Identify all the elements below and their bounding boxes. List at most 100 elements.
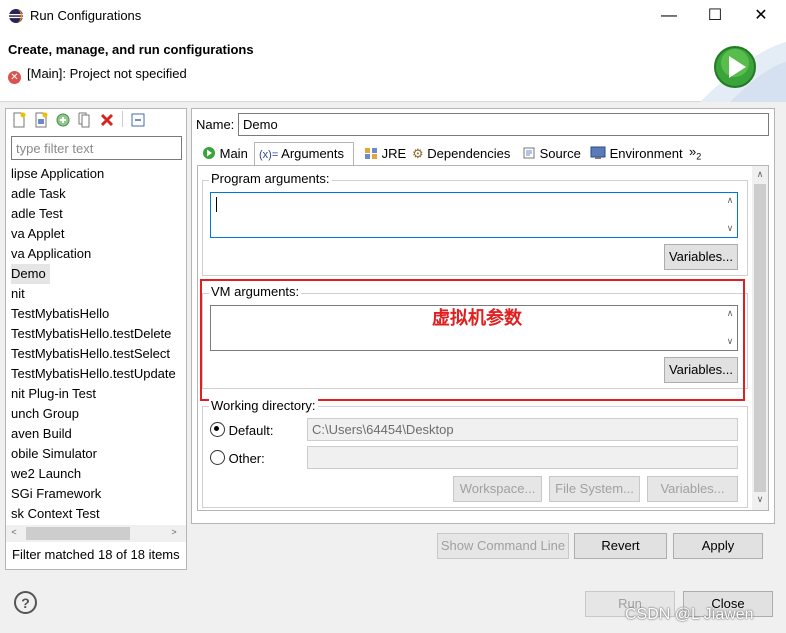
config-tree-item[interactable]: nit [11,284,185,304]
watermark: CSDN @L Jiawen [625,606,754,623]
vertical-scroll-thumb[interactable] [754,184,766,492]
workspace-button[interactable]: Workspace... [453,476,542,502]
vertical-scrollbar[interactable]: ∧ ∨ [752,166,768,510]
config-tree-item[interactable]: unch Group [11,404,185,424]
config-tree: lipse Application adle Task adle Test va Ap… [11,164,185,524]
scroll-thumb[interactable] [26,527,130,540]
other-radio[interactable]: Other: [210,450,265,466]
tab-arguments[interactable]: (x)= Arguments [254,142,354,166]
revert-button[interactable]: Revert [574,533,667,559]
program-arguments-textarea[interactable]: ∧ ∨ [210,192,738,238]
config-tree-item[interactable]: TestMybatisHello.testUpdate [11,364,185,384]
config-tree-item-label: TestMybatisHello.testUpdate [11,366,176,381]
directory-variables-button[interactable]: Variables... [647,476,738,502]
scroll-up-arrow[interactable]: ∧ [752,169,768,180]
config-tree-item-label: nit Plug-in Test [11,386,97,401]
apply-button[interactable]: Apply [673,533,763,559]
delete-config-icon[interactable] [98,111,116,129]
config-tree-item-label: obile Simulator [11,446,97,461]
config-tree-item-label: SGi Framework [11,486,102,501]
config-tree-item-label: Demo [11,264,50,284]
textarea-scroll-up[interactable]: ∧ [725,195,735,206]
eclipse-icon [8,8,24,24]
name-label: Name: [196,117,235,132]
config-tree-item[interactable]: adle Test [11,204,185,224]
tab-overflow-button[interactable]: »2 [689,144,701,162]
tab-jre[interactable]: JRE [359,142,411,165]
maximize-button[interactable]: ☐ [692,0,738,32]
config-tree-item-label: TestMybatisHello.testDelete [11,326,172,341]
run-icon [713,45,757,89]
tab-source-label: Source [539,146,581,161]
config-tree-item[interactable]: aven Build [11,424,185,444]
config-tree-item-label: aven Build [11,426,72,441]
config-tree-item[interactable]: Demo [11,264,185,284]
help-icon[interactable]: ? [14,591,37,614]
textarea-scroll-down[interactable]: ∨ [725,223,735,234]
export-config-icon[interactable] [54,111,72,129]
program-arguments-label: Program arguments: [209,171,332,186]
config-tree-item-label: TestMybatisHello [11,306,110,321]
default-radio-label: Default: [228,423,274,438]
header-error-message: ✕ [Main]: Project not specified [8,66,187,84]
config-tree-item-label: unch Group [11,406,79,421]
show-command-line-button[interactable]: Show Command Line [437,533,569,559]
left-toolbar [10,111,151,129]
environment-tab-icon [590,145,606,159]
config-tree-item[interactable]: TestMybatisHello.testDelete [11,324,185,344]
config-tree-item[interactable]: va Application [11,244,185,264]
config-tree-item[interactable]: TestMybatisHello [11,304,185,324]
name-input[interactable]: Demo [238,113,769,136]
config-tree-item[interactable]: lipse Application [11,164,185,184]
new-config-icon[interactable] [10,111,28,129]
config-tree-item-label: va Application [11,246,92,261]
program-variables-button[interactable]: Variables... [664,244,738,270]
header-title: Create, manage, and run configurations [8,42,254,57]
filter-placeholder: type filter text [16,141,94,156]
scroll-left-arrow[interactable]: < [6,527,22,537]
tab-dependencies[interactable]: ⚙ Dependencies [407,142,515,165]
config-tree-item[interactable]: TestMybatisHello.testSelect [11,344,185,364]
tab-source[interactable]: Source [517,142,586,165]
duplicate-config-icon[interactable] [76,111,94,129]
window-title: Run Configurations [30,8,142,23]
config-tree-item-label: sk Context Test [11,506,100,521]
config-tree-item[interactable]: SGi Framework [11,484,185,504]
config-tree-item[interactable]: va Applet [11,224,185,244]
scroll-right-arrow[interactable]: > [166,527,182,537]
config-tree-item[interactable]: we2 Launch [11,464,185,484]
close-window-button[interactable]: ✕ [738,0,784,32]
filter-status: Filter matched 18 of 18 items [12,547,180,562]
overflow-count: 2 [696,151,702,162]
filter-input[interactable]: type filter text [11,136,182,160]
tab-main[interactable]: Main [197,142,253,165]
config-tree-item[interactable]: nit Plug-in Test [11,384,185,404]
file-system-button[interactable]: File System... [549,476,640,502]
tab-arguments-label: Arguments [281,146,345,161]
default-radio-circle[interactable] [210,422,225,437]
tab-jre-label: JRE [381,146,407,161]
horizontal-scrollbar[interactable]: < > [6,525,186,542]
config-tree-item[interactable]: obile Simulator [11,444,185,464]
default-directory-value: C:\Users\64454\Desktop [312,422,454,437]
error-icon: ✕ [8,71,21,84]
working-directory-label: Working directory: [209,398,318,413]
main-tab-icon [202,145,216,159]
config-tree-item-label: adle Test [11,206,63,221]
config-tree-item-label: TestMybatisHello.testSelect [11,346,170,361]
text-cursor [216,197,217,212]
config-tree-item[interactable]: adle Task [11,184,185,204]
collapse-all-icon[interactable] [129,111,147,129]
config-tree-item-label: we2 Launch [11,466,82,481]
other-radio-circle[interactable] [210,450,225,465]
new-prototype-icon[interactable] [32,111,50,129]
tab-environment-label: Environment [609,146,683,161]
scroll-down-arrow[interactable]: ∨ [752,494,768,505]
other-directory-field[interactable] [307,446,738,469]
config-tree-item-label: lipse Application [11,166,105,181]
tab-environment[interactable]: Environment [585,142,688,165]
annotation-box [200,279,745,401]
default-radio[interactable]: Default: [210,422,273,438]
config-tree-item[interactable]: sk Context Test [11,504,185,524]
minimize-button[interactable]: — [646,0,692,32]
